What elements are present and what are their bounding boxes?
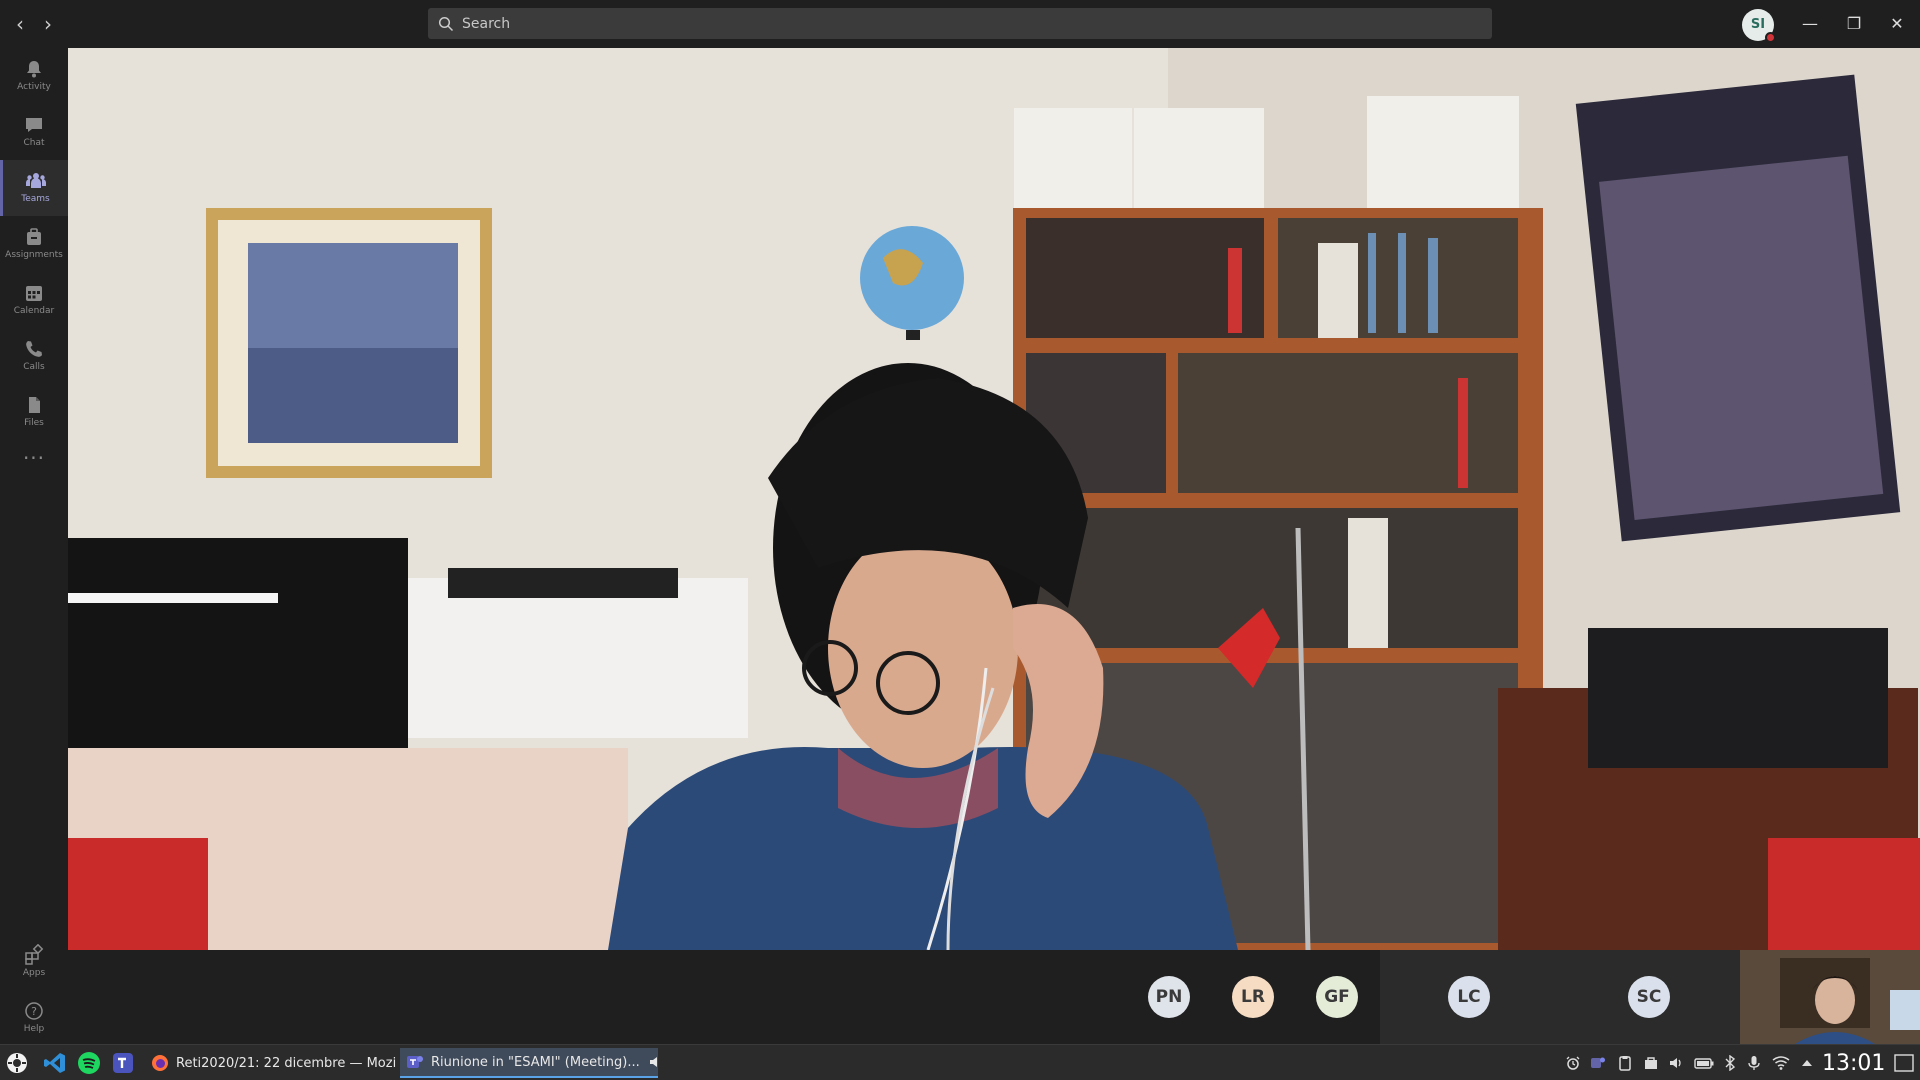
user-avatar[interactable]: SI xyxy=(1742,9,1776,43)
wifi-icon[interactable] xyxy=(1772,1055,1790,1071)
minimize-icon[interactable]: — xyxy=(1795,10,1825,38)
participant-tile-lc[interactable]: LC xyxy=(1380,950,1560,1044)
speaker-icon xyxy=(649,1057,657,1067)
apps-icon xyxy=(25,944,44,965)
search-icon xyxy=(438,16,454,31)
help-icon: ? xyxy=(25,1002,43,1020)
files-icon xyxy=(29,397,40,413)
svg-text:?: ? xyxy=(31,1005,37,1018)
volume-icon[interactable] xyxy=(1668,1055,1684,1071)
forward-arrow-icon[interactable]: › xyxy=(36,12,60,36)
participant-avatar-pn[interactable]: PN xyxy=(1148,976,1190,1018)
rail-item-help[interactable]: ? Help xyxy=(0,990,68,1046)
teams-taskbar-icon[interactable] xyxy=(111,1051,135,1075)
user-initials: SI xyxy=(1750,17,1766,32)
more-apps-button[interactable]: ... xyxy=(0,442,68,472)
assignments-icon xyxy=(27,228,41,245)
taskbar-task-firefox[interactable]: Reti2020/21: 22 dicembre — Mozill... xyxy=(145,1048,397,1078)
taskbar-task-teams-meeting[interactable]: Riunione in "ESAMI" (Meeting)... xyxy=(400,1048,658,1078)
battery-icon[interactable] xyxy=(1694,1055,1714,1071)
microphone-icon[interactable] xyxy=(1746,1055,1762,1071)
teams-icon xyxy=(25,173,46,188)
rail-item-apps[interactable]: Apps xyxy=(0,934,68,990)
rail-item-files[interactable]: Files xyxy=(0,384,68,440)
self-view-video[interactable] xyxy=(1740,950,1920,1044)
firefox-icon xyxy=(152,1055,168,1071)
phone-icon xyxy=(26,341,42,357)
webcam-image xyxy=(68,48,1920,950)
chat-icon xyxy=(26,118,42,132)
taskbar-clock[interactable]: 13:01 xyxy=(1822,1051,1885,1076)
participant-avatar-sc: SC xyxy=(1628,976,1670,1018)
vscode-icon[interactable] xyxy=(43,1051,67,1075)
rail-item-calls[interactable]: Calls xyxy=(0,328,68,384)
close-icon[interactable]: ✕ xyxy=(1882,10,1912,38)
updates-icon[interactable] xyxy=(1643,1055,1659,1071)
rail-item-assignments[interactable]: Assignments xyxy=(0,216,68,272)
more-icon: ... xyxy=(22,440,46,464)
back-arrow-icon[interactable]: ‹ xyxy=(8,12,32,36)
participants-bar: PN LR GF LC SC xyxy=(68,950,1920,1044)
search-box[interactable] xyxy=(428,8,1492,39)
participant-tile-sc[interactable]: SC xyxy=(1560,950,1740,1044)
busy-status-icon xyxy=(1765,32,1776,43)
calendar-icon xyxy=(26,286,42,301)
teams-tray-icon[interactable] xyxy=(1590,1055,1606,1071)
participant-avatar-lc: LC xyxy=(1448,976,1490,1018)
search-input[interactable] xyxy=(462,15,1362,32)
rail-item-activity[interactable]: Activity xyxy=(0,48,68,104)
bell-icon xyxy=(27,61,41,78)
participant-avatar-lr[interactable]: LR xyxy=(1232,976,1274,1018)
bluetooth-icon[interactable] xyxy=(1722,1055,1738,1071)
system-menu-icon[interactable] xyxy=(5,1051,29,1075)
rail-item-teams[interactable]: Teams xyxy=(0,160,68,216)
main-video-feed xyxy=(68,48,1920,950)
clipboard-icon[interactable] xyxy=(1617,1055,1633,1071)
restore-icon[interactable]: ❐ xyxy=(1839,10,1869,38)
show-desktop-icon[interactable] xyxy=(1894,1054,1914,1072)
os-taskbar: Reti2020/21: 22 dicembre — Mozill... Riu… xyxy=(0,1044,1920,1080)
app-rail: Activity Chat Teams Assignments Calendar… xyxy=(0,48,68,1044)
rail-item-chat[interactable]: Chat xyxy=(0,104,68,160)
spotify-icon[interactable] xyxy=(77,1051,101,1075)
tray-expand-icon[interactable] xyxy=(1799,1055,1815,1071)
participant-avatar-gf[interactable]: GF xyxy=(1316,976,1358,1018)
alarm-icon[interactable] xyxy=(1565,1055,1581,1071)
self-view-image xyxy=(1740,950,1920,1044)
title-bar: ‹ › SI — ❐ ✕ xyxy=(0,0,1920,48)
rail-item-calendar[interactable]: Calendar xyxy=(0,272,68,328)
teams-meeting-icon xyxy=(407,1056,423,1068)
